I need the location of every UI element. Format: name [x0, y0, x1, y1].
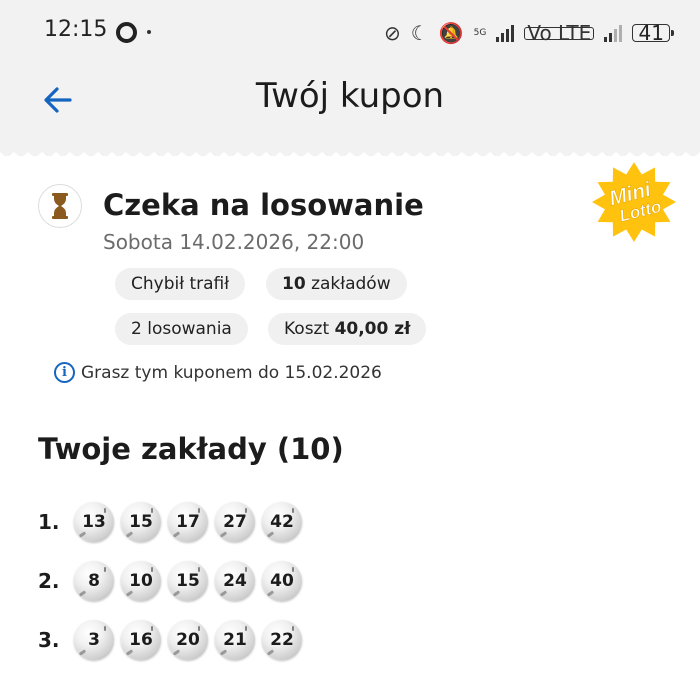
notification-dot-icon [147, 30, 151, 34]
bet-number: 1. [38, 510, 60, 534]
bets-section-title: Twoje zakłady (10) [38, 432, 344, 466]
lotto-ball: 27 [215, 502, 255, 542]
bet-row: 3. 3 16 20 21 22 [38, 618, 302, 662]
ticket-status-title: Czeka na losowanie [103, 188, 424, 222]
validity-text: Grasz tym kuponem do 15.02.2026 [81, 362, 382, 383]
lotto-ball: 24 [215, 561, 255, 601]
link-icon: ⊘ [384, 21, 401, 45]
bet-balls: 13 15 17 27 42 [74, 502, 302, 542]
bets-count-label: zakładów [311, 274, 391, 294]
lotto-ball: 15 [168, 561, 208, 601]
page-title: Twój kupon [255, 76, 445, 116]
volte-icon: Vo LTE [524, 23, 595, 43]
bet-number: 2. [38, 569, 60, 593]
draw-date: Sobota 14.02.2026, 22:00 [103, 230, 365, 254]
lotto-ball: 16 [121, 620, 161, 660]
lotto-ball: 42 [262, 502, 302, 542]
chip-bets-count: 10 zakładów [266, 268, 407, 300]
network-type-label: 5G [473, 28, 487, 38]
lotto-ball: 17 [168, 502, 208, 542]
signal-strength-2-icon [604, 24, 623, 42]
lotto-ball: 15 [121, 502, 161, 542]
bet-row: 1. 13 15 17 27 42 [38, 500, 302, 544]
cost-value: 40,00 zł [334, 319, 411, 339]
lotto-ball: 8 [74, 561, 114, 601]
chip-draws: 2 losowania [115, 313, 248, 345]
battery-icon: 41 [632, 23, 675, 43]
cost-label: Koszt [284, 319, 330, 339]
hourglass-icon [52, 193, 68, 219]
lotto-ball: 21 [215, 620, 255, 660]
info-icon: i [54, 362, 75, 383]
chip-cost: Koszt 40,00 zł [268, 313, 427, 345]
bet-balls: 8 10 15 24 40 [74, 561, 302, 601]
bet-row: 2. 8 10 15 24 40 [38, 559, 302, 603]
mini-lotto-logo: Mini Lotto [592, 162, 676, 242]
bet-number: 3. [38, 628, 60, 652]
top-app-bar: 12:15 ⊘ ☾ 🔕 5G Vo LTE 41 Twój kupon [0, 0, 700, 156]
status-icons: ⊘ ☾ 🔕 5G Vo LTE 41 [384, 18, 675, 48]
status-bar: 12:15 ⊘ ☾ 🔕 5G Vo LTE 41 [0, 0, 700, 66]
chip-chybil-trafil: Chybił trafił [115, 268, 246, 300]
bets-count-value: 10 [282, 274, 306, 294]
lotto-ball: 3 [74, 620, 114, 660]
lotto-ball: 20 [168, 620, 208, 660]
hourglass-status-badge [38, 184, 82, 228]
status-time: 12:15 [44, 17, 108, 42]
bet-balls: 3 16 20 21 22 [74, 620, 302, 660]
do-not-disturb-moon-icon: ☾ [410, 21, 429, 45]
ticket-zigzag-edge [0, 152, 700, 160]
signal-strength-icon [496, 24, 515, 42]
lotto-ball: 10 [121, 561, 161, 601]
mute-icon: 🔕 [438, 21, 464, 45]
lotto-ball: 22 [262, 620, 302, 660]
notification-circle-icon [116, 22, 137, 43]
lotto-ball: 13 [74, 502, 114, 542]
ticket-validity-info: i Grasz tym kuponem do 15.02.2026 [54, 362, 382, 383]
lotto-ball: 40 [262, 561, 302, 601]
